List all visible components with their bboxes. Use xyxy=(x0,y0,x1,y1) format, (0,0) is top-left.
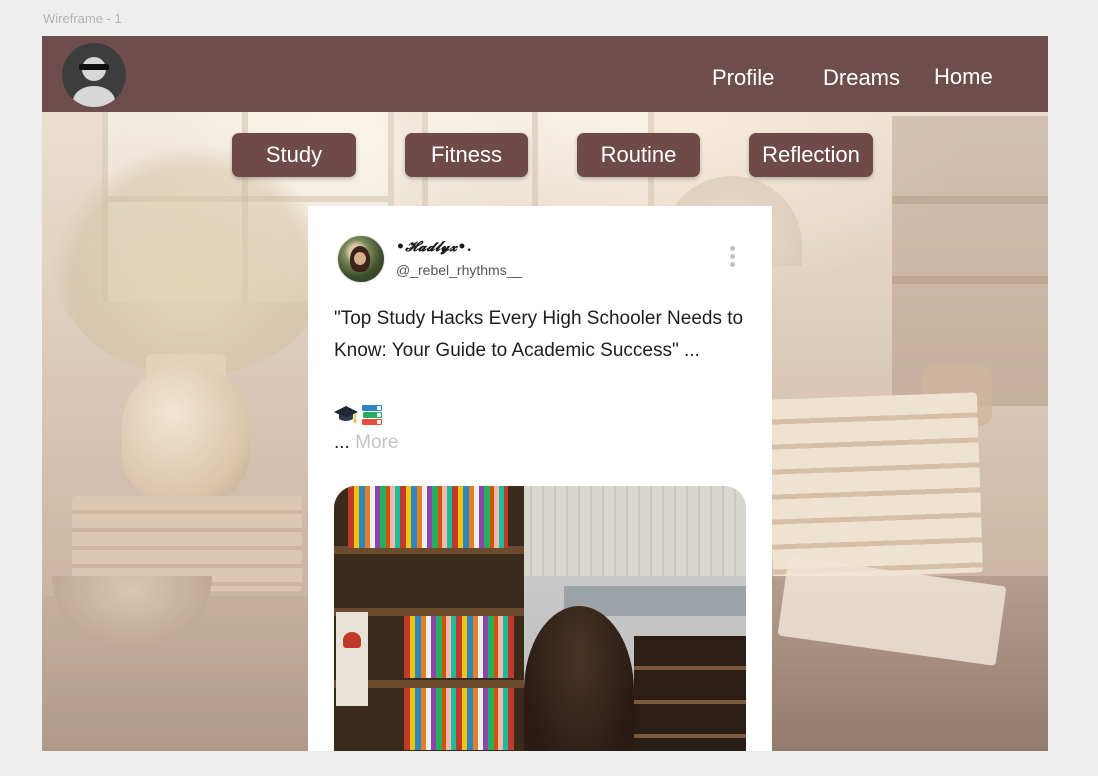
category-chip-reflection[interactable]: Reflection xyxy=(749,133,873,177)
books-icon xyxy=(362,405,382,425)
graduation-cap-icon xyxy=(334,406,358,423)
image-bookshelf-right xyxy=(634,636,746,751)
image-books-row xyxy=(404,616,514,678)
post-author-avatar[interactable] xyxy=(337,235,385,283)
post-text: "Top Study Hacks Every High Schooler Nee… xyxy=(334,308,744,361)
post-emoji-row xyxy=(334,402,384,428)
post-card: •𝓗𝓪𝓭𝓵𝔂𝔁•. @_rebel_rhythms__ "Top Study H… xyxy=(308,206,772,751)
image-person xyxy=(524,606,634,751)
category-chip-study[interactable]: Study xyxy=(232,133,356,177)
image-books-row xyxy=(404,688,514,750)
canvas-frame-label: Wireframe - 1 xyxy=(43,11,122,26)
read-more-link[interactable]: More xyxy=(355,432,398,453)
category-chip-fitness[interactable]: Fitness xyxy=(405,133,528,177)
image-featured-book xyxy=(336,612,368,706)
nav-link-home[interactable]: Home xyxy=(934,64,993,90)
category-chip-routine[interactable]: Routine xyxy=(577,133,700,177)
nav-link-profile[interactable]: Profile xyxy=(712,65,774,91)
top-navigation-bar: Profile Dreams Home xyxy=(42,36,1048,112)
read-more-line: ... More xyxy=(334,432,398,454)
app-frame: Profile Dreams Home Study Fitness Routin… xyxy=(42,36,1048,751)
post-image[interactable] xyxy=(334,486,746,751)
user-avatar[interactable] xyxy=(62,43,126,107)
post-author-display-name[interactable]: •𝓗𝓪𝓭𝓵𝔂𝔁•. xyxy=(396,239,472,255)
post-author-handle[interactable]: @_rebel_rhythms__ xyxy=(396,262,522,278)
more-ellipsis: ... xyxy=(334,432,350,453)
image-books-row xyxy=(348,486,508,548)
nav-link-dreams[interactable]: Dreams xyxy=(823,65,900,91)
sunglasses-icon xyxy=(79,64,109,70)
avatar-body-icon xyxy=(73,86,115,107)
more-options-icon[interactable] xyxy=(726,246,738,270)
